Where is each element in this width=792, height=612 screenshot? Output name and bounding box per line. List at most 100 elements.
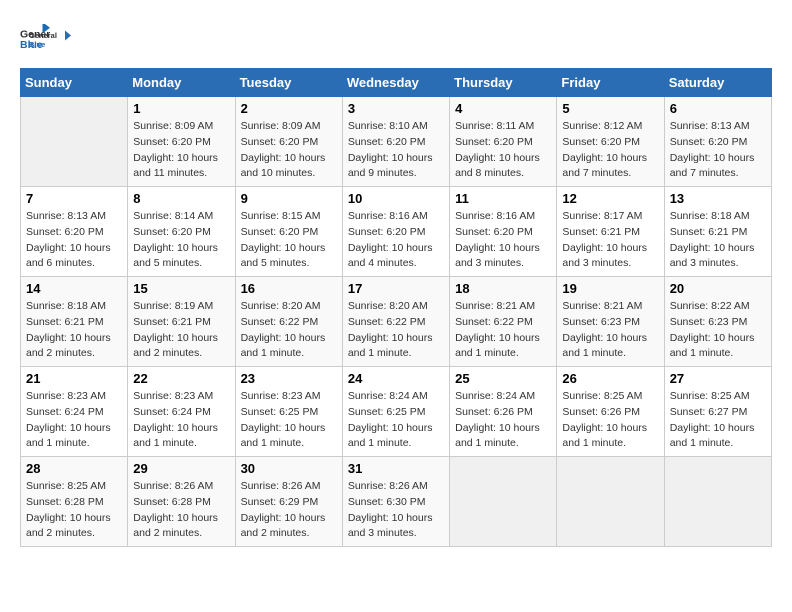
sunrise-text: Sunrise: 8:13 AM — [670, 120, 750, 132]
sunrise-text: Sunrise: 8:24 AM — [455, 390, 535, 402]
sunrise-text: Sunrise: 8:16 AM — [348, 210, 428, 222]
day-number: 17 — [348, 281, 444, 296]
daylight-text: Daylight: 10 hours and 1 minute. — [670, 422, 755, 450]
day-number: 20 — [670, 281, 766, 296]
weekday-header-sunday: Sunday — [21, 69, 128, 97]
daylight-text: Daylight: 10 hours and 7 minutes. — [562, 152, 647, 180]
calendar-cell: 3 Sunrise: 8:10 AM Sunset: 6:20 PM Dayli… — [342, 97, 449, 187]
daylight-text: Daylight: 10 hours and 2 minutes. — [241, 512, 326, 540]
day-info: Sunrise: 8:13 AM Sunset: 6:20 PM Dayligh… — [26, 209, 122, 272]
sunset-text: Sunset: 6:20 PM — [348, 226, 426, 238]
day-info: Sunrise: 8:09 AM Sunset: 6:20 PM Dayligh… — [133, 119, 229, 182]
day-info: Sunrise: 8:15 AM Sunset: 6:20 PM Dayligh… — [241, 209, 337, 272]
calendar-cell: 5 Sunrise: 8:12 AM Sunset: 6:20 PM Dayli… — [557, 97, 664, 187]
day-info: Sunrise: 8:18 AM Sunset: 6:21 PM Dayligh… — [26, 299, 122, 362]
sunrise-text: Sunrise: 8:25 AM — [562, 390, 642, 402]
svg-text:General: General — [29, 31, 57, 40]
page-header: General Blue General Blue — [20, 20, 772, 58]
sunrise-text: Sunrise: 8:20 AM — [241, 300, 321, 312]
sunset-text: Sunset: 6:30 PM — [348, 496, 426, 508]
sunset-text: Sunset: 6:20 PM — [670, 136, 748, 148]
sunset-text: Sunset: 6:22 PM — [348, 316, 426, 328]
calendar-cell: 29 Sunrise: 8:26 AM Sunset: 6:28 PM Dayl… — [128, 457, 235, 547]
day-number: 11 — [455, 191, 551, 206]
sunrise-text: Sunrise: 8:13 AM — [26, 210, 106, 222]
sunset-text: Sunset: 6:26 PM — [455, 406, 533, 418]
calendar-cell: 30 Sunrise: 8:26 AM Sunset: 6:29 PM Dayl… — [235, 457, 342, 547]
calendar-cell: 25 Sunrise: 8:24 AM Sunset: 6:26 PM Dayl… — [450, 367, 557, 457]
sunrise-text: Sunrise: 8:11 AM — [455, 120, 534, 132]
day-info: Sunrise: 8:20 AM Sunset: 6:22 PM Dayligh… — [348, 299, 444, 362]
sunrise-text: Sunrise: 8:12 AM — [562, 120, 642, 132]
day-info: Sunrise: 8:25 AM Sunset: 6:27 PM Dayligh… — [670, 389, 766, 452]
calendar-cell — [664, 457, 771, 547]
daylight-text: Daylight: 10 hours and 5 minutes. — [241, 242, 326, 270]
calendar-week-row: 28 Sunrise: 8:25 AM Sunset: 6:28 PM Dayl… — [21, 457, 772, 547]
calendar-week-row: 1 Sunrise: 8:09 AM Sunset: 6:20 PM Dayli… — [21, 97, 772, 187]
day-info: Sunrise: 8:26 AM Sunset: 6:29 PM Dayligh… — [241, 479, 337, 542]
sunrise-text: Sunrise: 8:14 AM — [133, 210, 213, 222]
calendar-cell — [557, 457, 664, 547]
weekday-header-thursday: Thursday — [450, 69, 557, 97]
sunset-text: Sunset: 6:28 PM — [26, 496, 104, 508]
sunrise-text: Sunrise: 8:23 AM — [241, 390, 321, 402]
day-info: Sunrise: 8:09 AM Sunset: 6:20 PM Dayligh… — [241, 119, 337, 182]
daylight-text: Daylight: 10 hours and 3 minutes. — [670, 242, 755, 270]
sunrise-text: Sunrise: 8:19 AM — [133, 300, 213, 312]
sunset-text: Sunset: 6:22 PM — [241, 316, 319, 328]
sunset-text: Sunset: 6:28 PM — [133, 496, 211, 508]
day-info: Sunrise: 8:24 AM Sunset: 6:25 PM Dayligh… — [348, 389, 444, 452]
calendar-cell: 22 Sunrise: 8:23 AM Sunset: 6:24 PM Dayl… — [128, 367, 235, 457]
calendar-week-row: 7 Sunrise: 8:13 AM Sunset: 6:20 PM Dayli… — [21, 187, 772, 277]
sunset-text: Sunset: 6:29 PM — [241, 496, 319, 508]
day-info: Sunrise: 8:25 AM Sunset: 6:26 PM Dayligh… — [562, 389, 658, 452]
weekday-header-tuesday: Tuesday — [235, 69, 342, 97]
calendar-cell: 26 Sunrise: 8:25 AM Sunset: 6:26 PM Dayl… — [557, 367, 664, 457]
day-number: 9 — [241, 191, 337, 206]
weekday-header-saturday: Saturday — [664, 69, 771, 97]
sunset-text: Sunset: 6:20 PM — [133, 226, 211, 238]
day-info: Sunrise: 8:11 AM Sunset: 6:20 PM Dayligh… — [455, 119, 551, 182]
day-info: Sunrise: 8:18 AM Sunset: 6:21 PM Dayligh… — [670, 209, 766, 272]
sunset-text: Sunset: 6:25 PM — [348, 406, 426, 418]
daylight-text: Daylight: 10 hours and 1 minute. — [670, 332, 755, 360]
day-number: 12 — [562, 191, 658, 206]
daylight-text: Daylight: 10 hours and 6 minutes. — [26, 242, 111, 270]
sunset-text: Sunset: 6:23 PM — [670, 316, 748, 328]
daylight-text: Daylight: 10 hours and 1 minute. — [241, 332, 326, 360]
daylight-text: Daylight: 10 hours and 1 minute. — [562, 422, 647, 450]
day-number: 15 — [133, 281, 229, 296]
day-info: Sunrise: 8:26 AM Sunset: 6:28 PM Dayligh… — [133, 479, 229, 542]
calendar-cell: 2 Sunrise: 8:09 AM Sunset: 6:20 PM Dayli… — [235, 97, 342, 187]
daylight-text: Daylight: 10 hours and 1 minute. — [133, 422, 218, 450]
sunset-text: Sunset: 6:24 PM — [133, 406, 211, 418]
sunset-text: Sunset: 6:25 PM — [241, 406, 319, 418]
sunset-text: Sunset: 6:24 PM — [26, 406, 104, 418]
calendar-cell: 12 Sunrise: 8:17 AM Sunset: 6:21 PM Dayl… — [557, 187, 664, 277]
sunset-text: Sunset: 6:20 PM — [133, 136, 211, 148]
calendar-cell: 28 Sunrise: 8:25 AM Sunset: 6:28 PM Dayl… — [21, 457, 128, 547]
day-info: Sunrise: 8:22 AM Sunset: 6:23 PM Dayligh… — [670, 299, 766, 362]
calendar-cell: 27 Sunrise: 8:25 AM Sunset: 6:27 PM Dayl… — [664, 367, 771, 457]
sunrise-text: Sunrise: 8:09 AM — [133, 120, 213, 132]
sunrise-text: Sunrise: 8:21 AM — [455, 300, 535, 312]
daylight-text: Daylight: 10 hours and 3 minutes. — [562, 242, 647, 270]
sunset-text: Sunset: 6:20 PM — [455, 136, 533, 148]
day-number: 3 — [348, 101, 444, 116]
calendar-cell: 16 Sunrise: 8:20 AM Sunset: 6:22 PM Dayl… — [235, 277, 342, 367]
sunset-text: Sunset: 6:21 PM — [26, 316, 104, 328]
calendar-table: SundayMondayTuesdayWednesdayThursdayFrid… — [20, 68, 772, 547]
day-number: 25 — [455, 371, 551, 386]
day-number: 16 — [241, 281, 337, 296]
sunset-text: Sunset: 6:20 PM — [241, 226, 319, 238]
calendar-header-row: SundayMondayTuesdayWednesdayThursdayFrid… — [21, 69, 772, 97]
day-info: Sunrise: 8:10 AM Sunset: 6:20 PM Dayligh… — [348, 119, 444, 182]
day-number: 13 — [670, 191, 766, 206]
weekday-header-monday: Monday — [128, 69, 235, 97]
day-number: 7 — [26, 191, 122, 206]
svg-text:Blue: Blue — [29, 40, 45, 49]
day-number: 30 — [241, 461, 337, 476]
sunrise-text: Sunrise: 8:26 AM — [241, 480, 321, 492]
daylight-text: Daylight: 10 hours and 1 minute. — [348, 332, 433, 360]
day-number: 8 — [133, 191, 229, 206]
